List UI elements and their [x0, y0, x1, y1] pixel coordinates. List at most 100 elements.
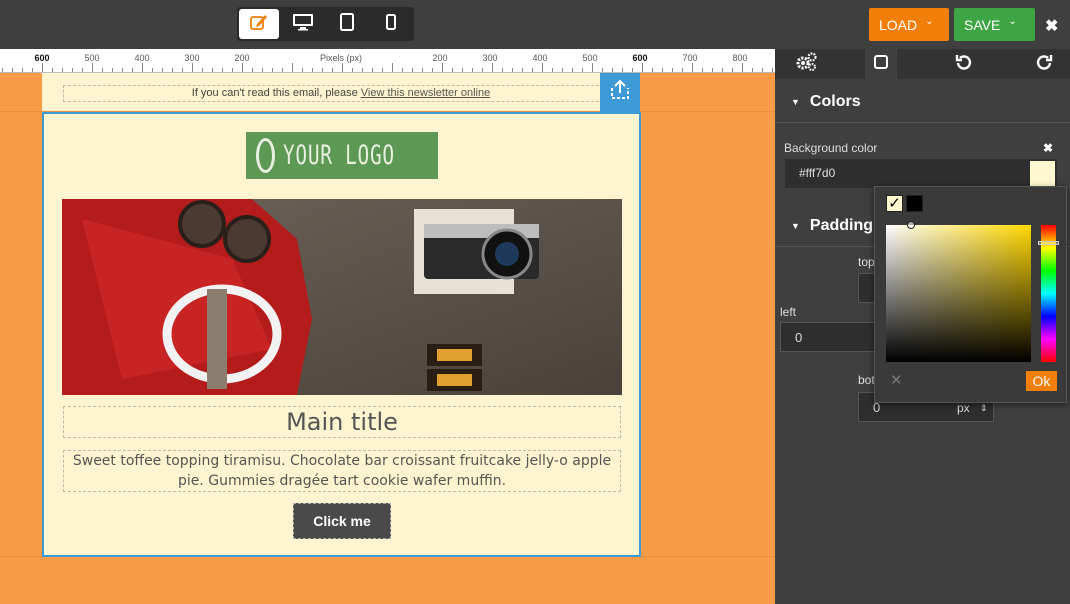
ruler-tick	[122, 68, 123, 72]
logo-text: YOUR LOGO	[282, 140, 395, 171]
cancel-icon[interactable]: ✕	[890, 371, 903, 389]
ruler-tick	[222, 68, 223, 72]
ruler-tick	[62, 68, 63, 72]
ruler-tick	[372, 68, 373, 72]
background-color-swatch[interactable]	[1030, 161, 1055, 186]
edit-mode-button[interactable]	[239, 9, 279, 39]
clear-color-icon[interactable]: ✖	[1043, 141, 1053, 155]
ruler-label: 400	[134, 53, 150, 63]
ruler-tick	[522, 68, 523, 72]
load-button[interactable]: LOAD ⌄	[869, 8, 949, 41]
selected-content-block[interactable]: YOUR LOGO Main title Sweet toffee toppin…	[42, 112, 641, 557]
ruler-tick	[492, 63, 493, 72]
desktop-view-button[interactable]	[283, 9, 323, 39]
mobile-icon	[386, 13, 396, 35]
device-switcher	[237, 7, 414, 41]
ruler-label: 600	[632, 53, 648, 63]
ruler-tick	[452, 68, 453, 72]
panel-tabs	[775, 49, 1070, 79]
ruler-tick	[742, 63, 743, 72]
ruler-tick	[532, 68, 533, 72]
tab-block[interactable]	[865, 49, 897, 79]
close-icon[interactable]: ✖	[1045, 16, 1058, 36]
ruler-label: 500	[84, 53, 100, 63]
ruler-tick	[472, 68, 473, 72]
current-color-swatch[interactable]: ✓	[886, 195, 903, 212]
padding-left-input[interactable]: 0	[780, 322, 876, 352]
hero-photo-illustration	[62, 199, 622, 395]
ruler-label: 300	[482, 53, 498, 63]
ruler-tick	[2, 68, 3, 72]
ruler-tick	[402, 68, 403, 72]
body-text[interactable]: Sweet toffee topping tiramisu. Chocolate…	[63, 450, 621, 492]
ruler-tick	[662, 68, 663, 72]
logo-image[interactable]: YOUR LOGO	[246, 132, 438, 179]
caret-down-icon: ▼	[791, 97, 800, 107]
undo-button[interactable]	[933, 49, 995, 79]
ruler-tick	[232, 68, 233, 72]
ruler-tick	[192, 63, 193, 72]
ruler-tick	[692, 63, 693, 72]
ruler-tick	[112, 68, 113, 72]
mobile-view-button[interactable]	[371, 9, 411, 39]
view-online-link[interactable]: View this newsletter online	[361, 87, 490, 99]
ruler-tick	[482, 68, 483, 72]
preheader-block[interactable]: If you can't read this email, please Vie…	[42, 73, 640, 111]
color-cursor-handle[interactable]	[907, 221, 915, 229]
hue-slider[interactable]	[1038, 225, 1059, 362]
ruler-tick	[762, 68, 763, 72]
ruler-tick	[502, 68, 503, 72]
color-picker-popup: ✓ ✕ Ok	[874, 186, 1067, 403]
main-title[interactable]: Main title	[63, 406, 621, 438]
ruler-tick	[142, 63, 143, 72]
ruler-tick	[382, 68, 383, 72]
ruler-tick	[12, 68, 13, 72]
save-button[interactable]: SAVE ⌄	[954, 8, 1035, 41]
ruler-tick	[72, 68, 73, 72]
preheader-label: If you can't read this email, please	[191, 87, 361, 99]
ruler-tick	[412, 68, 413, 72]
ruler-tick	[652, 68, 653, 72]
pixel-ruler: 600 500 400 300 200 Pixels (px) 200 300 …	[0, 49, 775, 73]
block-upload-button[interactable]	[600, 73, 640, 112]
preheader-text[interactable]: If you can't read this email, please Vie…	[63, 85, 619, 102]
tablet-view-button[interactable]	[327, 9, 367, 39]
ruler-tick	[262, 68, 263, 72]
ruler-tick	[432, 68, 433, 72]
ruler-tick	[682, 68, 683, 72]
hero-image[interactable]	[62, 199, 622, 395]
ruler-tick	[622, 68, 623, 72]
previous-color-swatch[interactable]	[906, 195, 923, 212]
ruler-tick	[732, 68, 733, 72]
ruler-tick	[282, 68, 283, 72]
ruler-tick	[32, 68, 33, 72]
ok-button[interactable]: Ok	[1026, 371, 1057, 391]
ruler-tick	[422, 68, 423, 72]
email-canvas: 600 500 400 300 200 Pixels (px) 200 300 …	[0, 49, 775, 604]
ruler-label: 200	[432, 53, 448, 63]
background-color-input[interactable]: #fff7d0	[785, 159, 1057, 188]
ruler-tick	[272, 68, 273, 72]
ruler-tick	[322, 68, 323, 72]
ruler-unit-label: Pixels (px)	[319, 53, 363, 63]
ruler-tick	[342, 63, 343, 72]
saturation-value-area[interactable]	[886, 221, 1031, 362]
redo-button[interactable]	[1018, 49, 1070, 79]
tab-settings[interactable]	[775, 49, 837, 79]
top-toolbar: LOAD ⌄ SAVE ⌄ ✖	[0, 0, 1070, 49]
ruler-tick	[292, 63, 293, 72]
ruler-tick	[612, 68, 613, 72]
ruler-tick	[632, 68, 633, 72]
colors-section-header[interactable]: ▼ Colors	[791, 93, 861, 111]
ruler-label: 200	[234, 53, 250, 63]
hue-slider-handle[interactable]	[1038, 241, 1059, 245]
ruler-label: 600	[34, 53, 50, 63]
padding-section-header[interactable]: ▼ Padding	[791, 217, 873, 235]
cta-button[interactable]: Click me	[293, 503, 391, 539]
ruler-tick	[722, 68, 723, 72]
ruler-tick	[202, 68, 203, 72]
ruler-tick	[642, 63, 643, 72]
desktop-icon	[292, 13, 314, 36]
ruler-tick	[702, 68, 703, 72]
ruler-tick	[512, 68, 513, 72]
